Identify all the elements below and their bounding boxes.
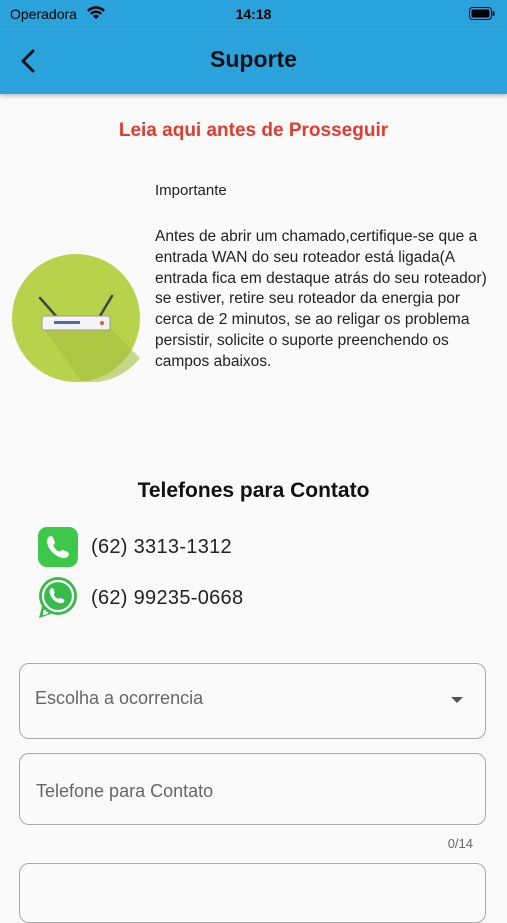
occurrence-placeholder: Escolha a ocorrencia bbox=[35, 688, 204, 708]
clock: 14:18 bbox=[235, 6, 272, 22]
contacts-title: Telefones para Contato bbox=[137, 479, 370, 502]
router-illustration bbox=[12, 254, 140, 382]
dropdown-arrow-icon bbox=[451, 697, 463, 703]
status-bar: Operadora 14:18 bbox=[0, 0, 507, 28]
next-form-field[interactable] bbox=[19, 863, 486, 923]
phone-number: (62) 3313-1312 bbox=[91, 535, 232, 558]
whatsapp-icon bbox=[39, 577, 77, 618]
warning-heading: Leia aqui antes de Prosseguir bbox=[118, 120, 389, 141]
phone-contact-row[interactable]: (62) 3313-1312 bbox=[38, 527, 232, 567]
whatsapp-contact-row[interactable]: (62) 99235-0668 bbox=[38, 577, 244, 618]
contact-phone-field bbox=[19, 753, 486, 825]
notice-title: Importante bbox=[155, 182, 227, 199]
phone-char-counter: 0/14 bbox=[447, 836, 473, 851]
whatsapp-number: (62) 99235-0668 bbox=[91, 586, 244, 609]
contact-phone-input[interactable] bbox=[34, 772, 468, 810]
battery-icon bbox=[469, 7, 495, 20]
phone-icon bbox=[38, 527, 78, 567]
notice-body: Antes de abrir um chamado,certifique-se … bbox=[155, 228, 487, 370]
app-bar: Suporte bbox=[0, 28, 507, 94]
page-title: Suporte bbox=[210, 46, 297, 72]
occurrence-dropdown[interactable]: Escolha a ocorrencia bbox=[19, 663, 486, 739]
